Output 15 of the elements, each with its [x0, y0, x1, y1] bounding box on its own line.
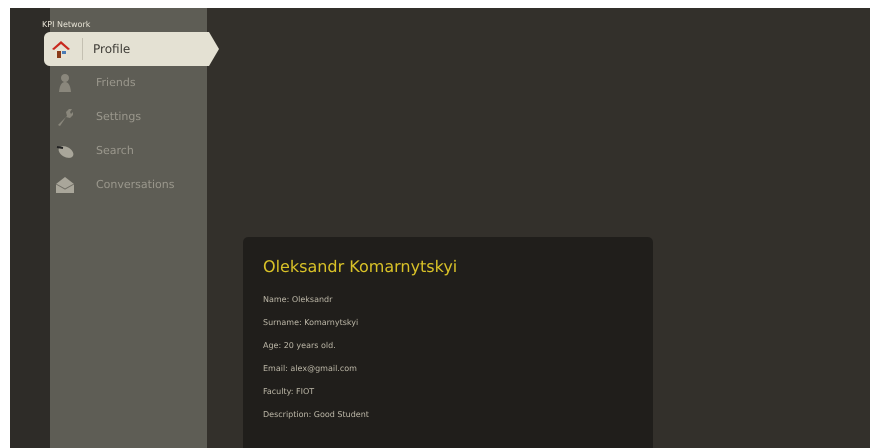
profile-field: Surname: Komarnytskyi	[263, 317, 633, 330]
profile-field: Name: Oleksandr	[263, 294, 633, 306]
brand-label: KPI Network	[42, 19, 90, 31]
home-icon	[50, 38, 72, 60]
menu-item[interactable]: Profile	[44, 32, 219, 66]
menu-item[interactable]: Friends	[44, 66, 219, 100]
profile-field: Description: Good Student	[263, 409, 633, 422]
menu-item[interactable]: Conversations	[44, 168, 219, 202]
profile-field: Age: 20 years old.	[263, 340, 633, 352]
menu-item[interactable]: Search	[44, 134, 219, 168]
profile-field: Faculty: FIOT	[263, 386, 633, 398]
profile-field: Email: alex@gmail.com	[263, 363, 633, 376]
envelope-icon	[54, 174, 76, 196]
profile-name: Oleksandr Komarnytskyi	[263, 257, 458, 276]
menu-item[interactable]: Settings	[44, 100, 219, 134]
